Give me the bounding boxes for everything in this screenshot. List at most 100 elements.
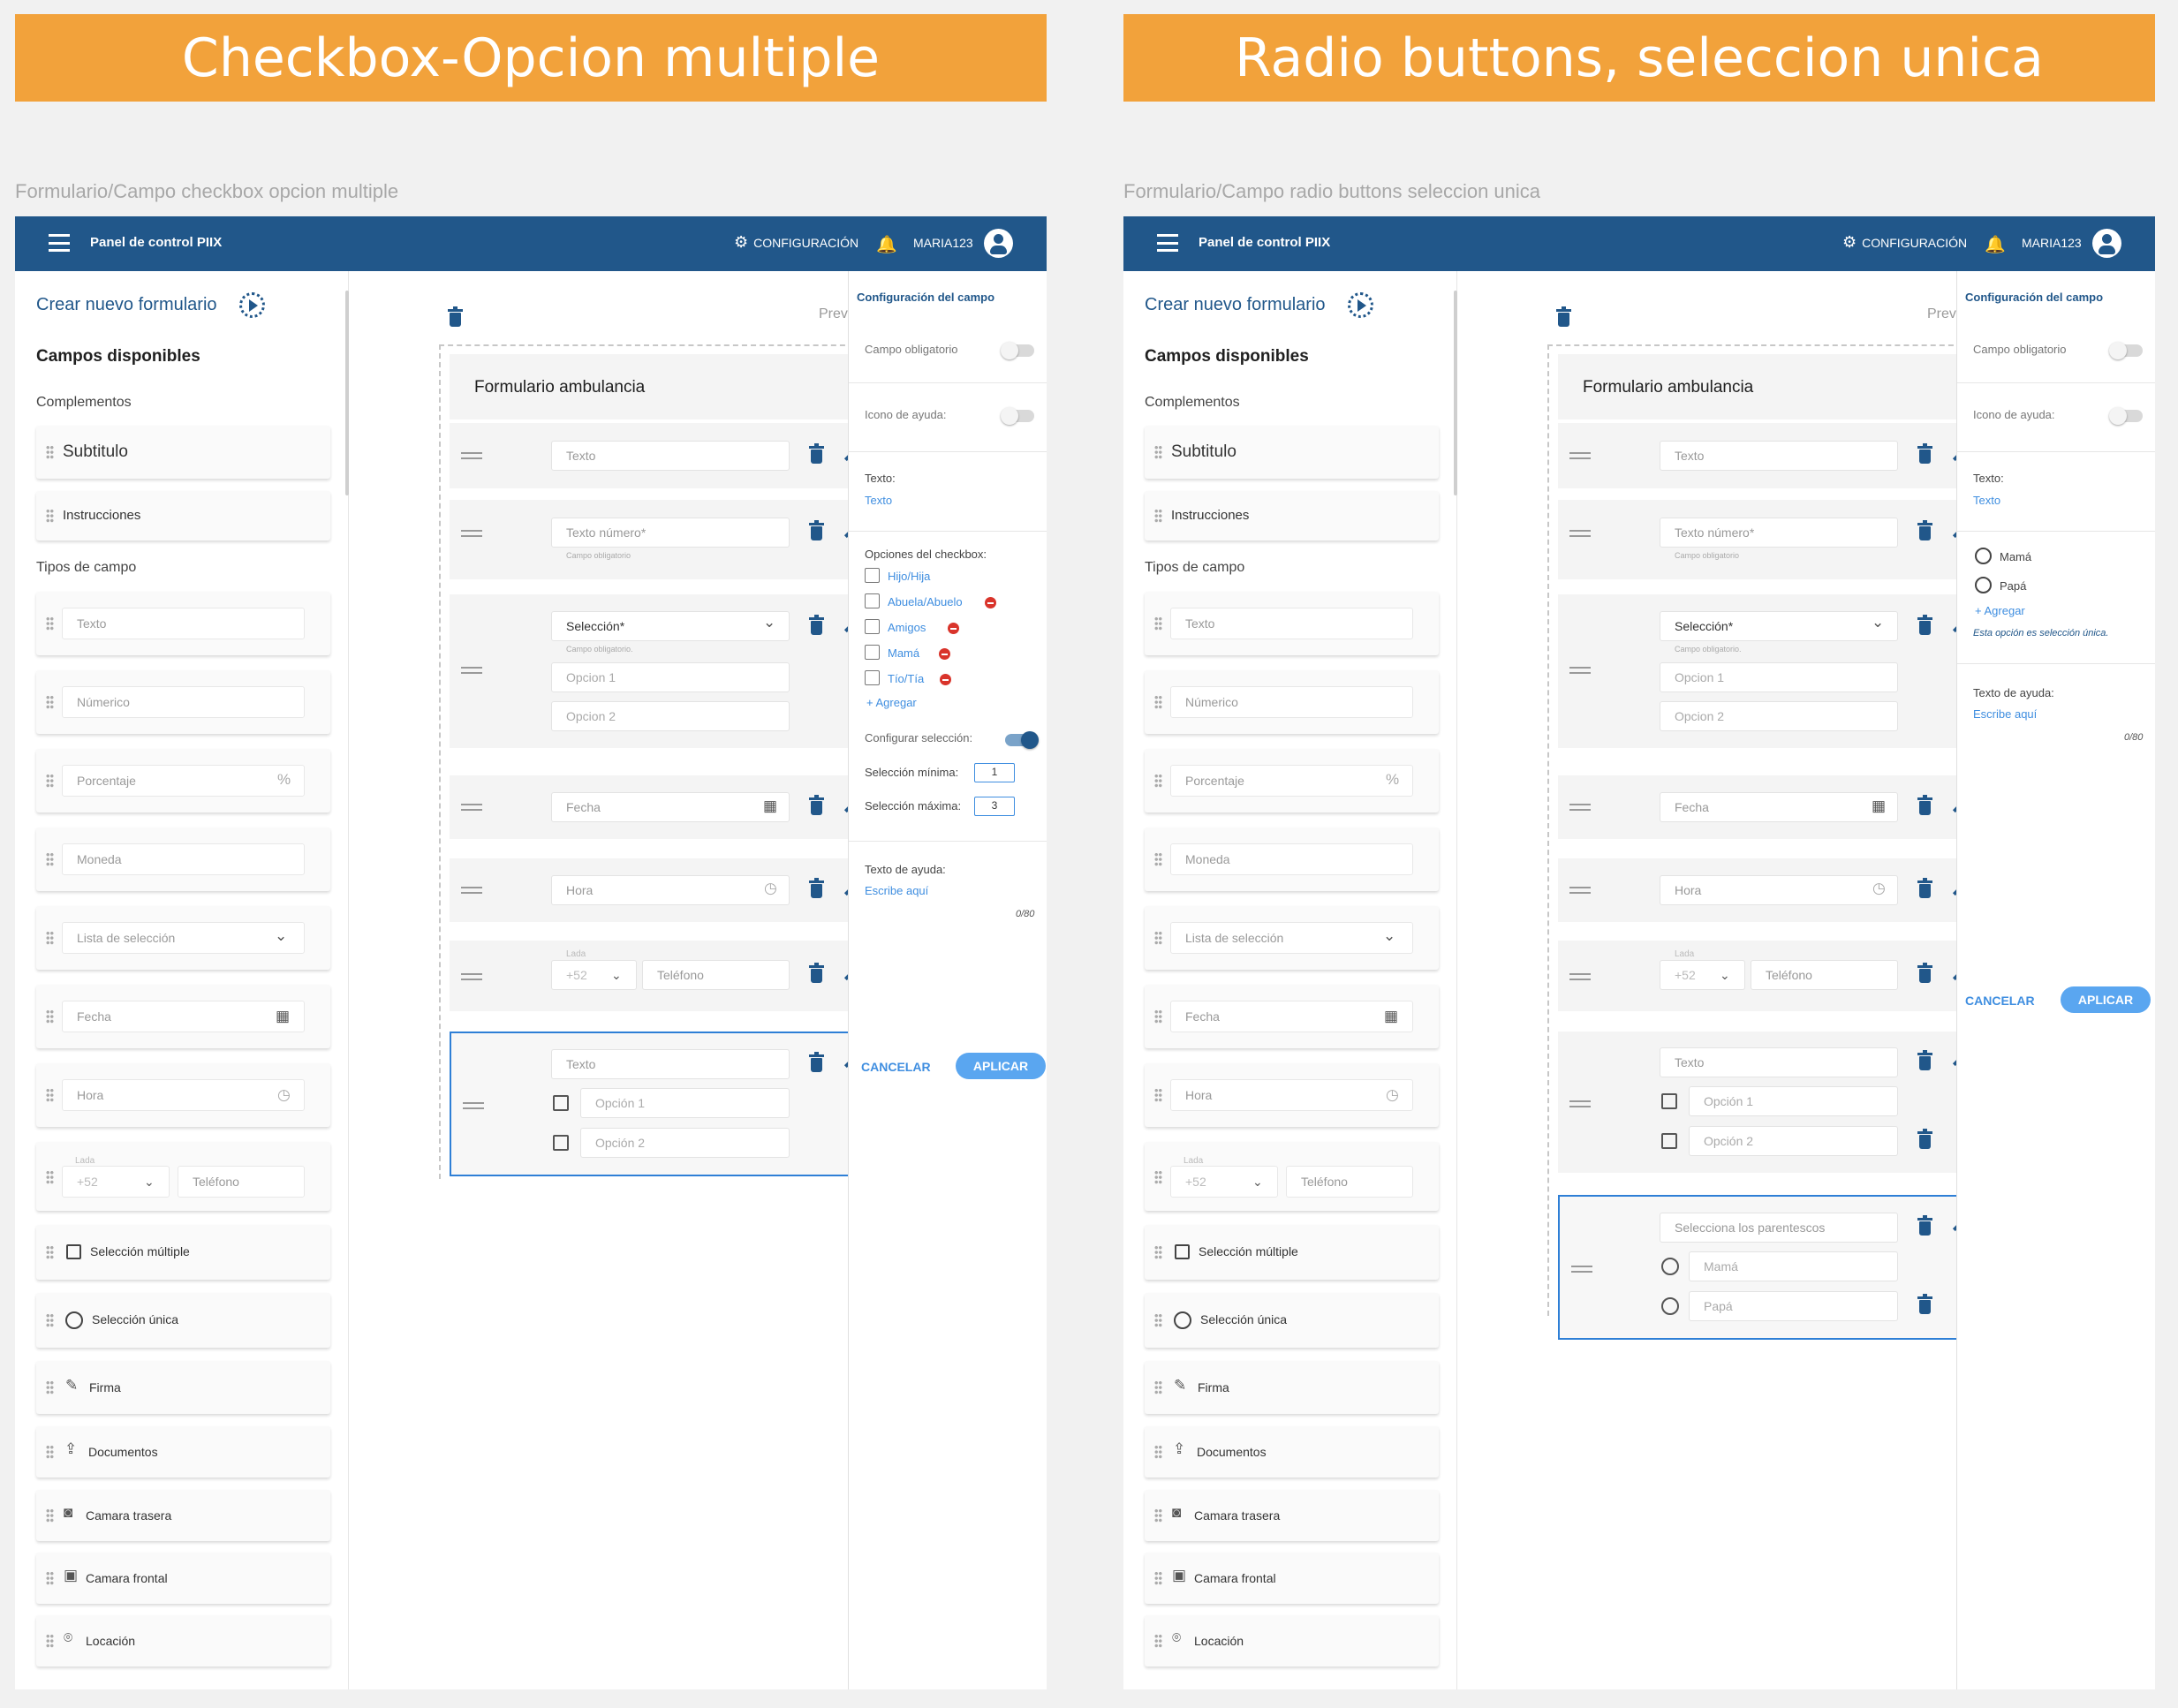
- drag-handle-icon[interactable]: [1154, 1245, 1162, 1259]
- option-input[interactable]: Opcion 1: [1660, 662, 1898, 692]
- field-input[interactable]: Fecha: [551, 792, 790, 822]
- form-title-card[interactable]: Formulario ambulancia: [1558, 354, 1964, 419]
- drag-handle-icon[interactable]: [1154, 1170, 1162, 1184]
- form-title-card[interactable]: Formulario ambulancia: [450, 354, 856, 419]
- min-selection-input[interactable]: 1: [974, 763, 1015, 782]
- drag-handle-icon[interactable]: [461, 667, 482, 674]
- signature-card[interactable]: ✎ Firma: [1145, 1361, 1439, 1414]
- option-checkbox[interactable]: [865, 645, 880, 660]
- lada-select[interactable]: +52 ⌄: [551, 960, 637, 990]
- phone-input[interactable]: Teléfono: [642, 960, 790, 990]
- drag-handle-icon[interactable]: [46, 852, 54, 866]
- form-field-row[interactable]: Lada +52 ⌄ Teléfono: [1558, 941, 1966, 1011]
- field-input[interactable]: Texto número*: [1660, 518, 1898, 548]
- lada-select[interactable]: +52 ⌄: [1660, 960, 1745, 990]
- play-icon[interactable]: [1348, 292, 1373, 318]
- max-selection-input[interactable]: 3: [974, 797, 1015, 816]
- numeric-field-card[interactable]: Númerico: [1145, 670, 1439, 734]
- documents-card[interactable]: ⇪ Documentos: [36, 1426, 330, 1477]
- delete-icon[interactable]: [1917, 963, 1932, 983]
- help-icon-toggle[interactable]: [2109, 407, 2143, 425]
- option-checkbox[interactable]: [865, 593, 880, 608]
- chevron-down-icon[interactable]: ⌄: [763, 614, 775, 631]
- drag-handle-icon[interactable]: [463, 1102, 484, 1109]
- bell-icon[interactable]: 🔔: [1985, 234, 2006, 255]
- option-label[interactable]: Abuela/Abuelo: [888, 595, 963, 608]
- delete-icon[interactable]: [809, 615, 824, 635]
- drag-handle-icon[interactable]: [461, 973, 482, 980]
- option-input[interactable]: Opción 2: [580, 1128, 790, 1158]
- field-input[interactable]: Texto número*: [551, 518, 790, 548]
- config-button[interactable]: ⚙ CONFIGURACIÓN: [1842, 233, 1967, 252]
- option-input[interactable]: Opcion 2: [1660, 701, 1898, 731]
- create-form-link[interactable]: Crear nuevo formulario: [36, 295, 217, 315]
- location-card[interactable]: ⌾ Locación: [1145, 1615, 1439, 1666]
- cancel-button[interactable]: CANCELAR: [1965, 994, 2035, 1008]
- field-input[interactable]: Texto: [1660, 441, 1898, 471]
- delete-form-icon[interactable]: [1556, 306, 1571, 327]
- radio-button[interactable]: [1661, 1297, 1679, 1315]
- drag-handle-icon[interactable]: [1154, 931, 1162, 945]
- checkbox-field-row-selected[interactable]: Texto Opción 1 Opción 2: [450, 1032, 858, 1176]
- drag-handle-icon[interactable]: [46, 445, 54, 459]
- form-field-row[interactable]: Hora ◷: [1558, 858, 1966, 922]
- form-field-row[interactable]: Texto: [1558, 423, 1966, 488]
- multiple-select-card[interactable]: Selección múltiple: [1145, 1225, 1439, 1280]
- signature-card[interactable]: ✎ Firma: [36, 1361, 330, 1414]
- radio-option-label[interactable]: Papá: [2000, 579, 2026, 593]
- radio-button[interactable]: [1661, 1258, 1679, 1275]
- instructions-card[interactable]: Instrucciones: [1145, 491, 1439, 540]
- drag-handle-icon[interactable]: [1569, 1100, 1591, 1107]
- drag-handle-icon[interactable]: [46, 1170, 54, 1184]
- option-input[interactable]: Opción 2: [1689, 1126, 1898, 1156]
- required-toggle[interactable]: [2109, 342, 2143, 359]
- option-checkbox[interactable]: [865, 619, 880, 634]
- apply-button[interactable]: APLICAR: [2061, 986, 2151, 1013]
- field-input[interactable]: Texto: [551, 1049, 790, 1079]
- delete-icon[interactable]: [809, 795, 824, 815]
- delete-icon[interactable]: [809, 520, 824, 540]
- option-input[interactable]: Opcion 2: [551, 701, 790, 731]
- drag-handle-icon[interactable]: [46, 1313, 54, 1327]
- drag-handle-icon[interactable]: [46, 509, 54, 523]
- menu-icon[interactable]: [1157, 234, 1178, 252]
- select-input[interactable]: Selección*: [1660, 611, 1898, 641]
- drag-handle-icon[interactable]: [1571, 1266, 1592, 1273]
- drag-handle-icon[interactable]: [1154, 445, 1162, 459]
- drag-handle-icon[interactable]: [1154, 1088, 1162, 1102]
- delete-icon[interactable]: [1917, 443, 1932, 464]
- back-camera-card[interactable]: ◙ Camara trasera: [1145, 1490, 1439, 1541]
- menu-icon[interactable]: [49, 234, 70, 252]
- option-label[interactable]: Amigos: [888, 621, 926, 634]
- drag-handle-icon[interactable]: [1154, 1009, 1162, 1024]
- chevron-down-icon[interactable]: ⌄: [1872, 614, 1884, 631]
- option-input[interactable]: Opción 1: [1689, 1086, 1898, 1116]
- drag-handle-icon[interactable]: [1154, 509, 1162, 523]
- drag-handle-icon[interactable]: [1154, 1380, 1162, 1394]
- form-field-row[interactable]: Lada +52 ⌄ Teléfono: [450, 941, 858, 1011]
- drag-handle-icon[interactable]: [46, 931, 54, 945]
- percent-field-card[interactable]: Porcentaje%: [1145, 749, 1439, 812]
- drag-handle-icon[interactable]: [1154, 616, 1162, 631]
- delete-icon[interactable]: [1917, 615, 1932, 635]
- drag-handle-icon[interactable]: [46, 1009, 54, 1024]
- delete-icon[interactable]: [1917, 795, 1932, 815]
- text-field-card[interactable]: Texto: [36, 592, 330, 655]
- required-toggle[interactable]: [1001, 342, 1034, 359]
- form-field-row[interactable]: Hora ◷: [450, 858, 858, 922]
- phone-field-card[interactable]: Lada +52 ⌄ Teléfono: [36, 1142, 330, 1211]
- create-form-link[interactable]: Crear nuevo formulario: [1145, 295, 1326, 315]
- form-field-row[interactable]: Fecha ▦: [450, 775, 858, 839]
- drag-handle-icon[interactable]: [1154, 1508, 1162, 1523]
- drag-handle-icon[interactable]: [1569, 887, 1591, 894]
- date-field-card[interactable]: Fecha ▦: [1145, 985, 1439, 1048]
- select-input[interactable]: Selección*: [551, 611, 790, 641]
- avatar-icon[interactable]: [984, 229, 1013, 258]
- text-value[interactable]: Texto: [1973, 494, 2000, 507]
- field-input[interactable]: Fecha: [1660, 792, 1898, 822]
- currency-field-card[interactable]: Moneda: [36, 828, 330, 891]
- delete-icon[interactable]: [809, 1052, 824, 1072]
- drag-handle-icon[interactable]: [46, 1508, 54, 1523]
- location-card[interactable]: ⌾ Locación: [36, 1615, 330, 1666]
- option-checkbox[interactable]: [865, 568, 880, 583]
